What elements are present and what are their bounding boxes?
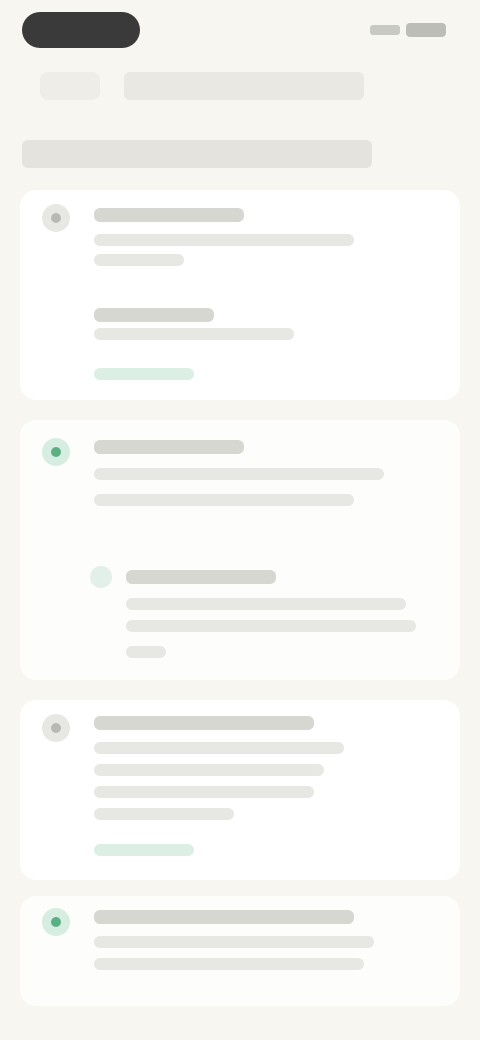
step-card[interactable] bbox=[20, 700, 460, 880]
step-title bbox=[94, 440, 244, 454]
status-icons bbox=[360, 23, 446, 37]
time-pill bbox=[22, 12, 140, 48]
step-text-line bbox=[94, 764, 324, 776]
step-card[interactable] bbox=[20, 896, 460, 1006]
sub-step-text-line bbox=[126, 646, 166, 658]
step-link[interactable] bbox=[94, 844, 194, 856]
sub-step-icon bbox=[90, 566, 112, 588]
step-subtitle bbox=[94, 308, 214, 322]
step-text-line bbox=[94, 786, 314, 798]
check-icon bbox=[42, 438, 70, 466]
step-title bbox=[94, 716, 314, 730]
signal-icon bbox=[370, 25, 400, 35]
step-title bbox=[94, 208, 244, 222]
back-button[interactable] bbox=[40, 72, 100, 100]
step-status-icon bbox=[42, 714, 70, 742]
step-text-line bbox=[94, 234, 354, 246]
step-text-line bbox=[94, 936, 374, 948]
step-text-line bbox=[94, 808, 234, 820]
step-title bbox=[94, 910, 354, 924]
step-text-line bbox=[94, 958, 364, 970]
step-link[interactable] bbox=[94, 368, 194, 380]
step-text-line bbox=[94, 328, 294, 340]
status-bar bbox=[0, 0, 480, 60]
step-text-line bbox=[94, 494, 354, 506]
page-title bbox=[124, 72, 364, 100]
sub-step-text-line bbox=[126, 598, 406, 610]
step-text-line bbox=[94, 254, 184, 266]
step-text-line bbox=[94, 742, 344, 754]
check-icon bbox=[42, 908, 70, 936]
top-nav bbox=[0, 62, 480, 114]
step-card[interactable] bbox=[20, 420, 460, 680]
step-card[interactable] bbox=[20, 190, 460, 400]
step-status-icon bbox=[42, 204, 70, 232]
sub-step-text-line bbox=[126, 620, 416, 632]
battery-icon bbox=[406, 23, 446, 37]
section-heading bbox=[22, 140, 372, 168]
sub-step-title bbox=[126, 570, 276, 584]
step-text-line bbox=[94, 468, 384, 480]
